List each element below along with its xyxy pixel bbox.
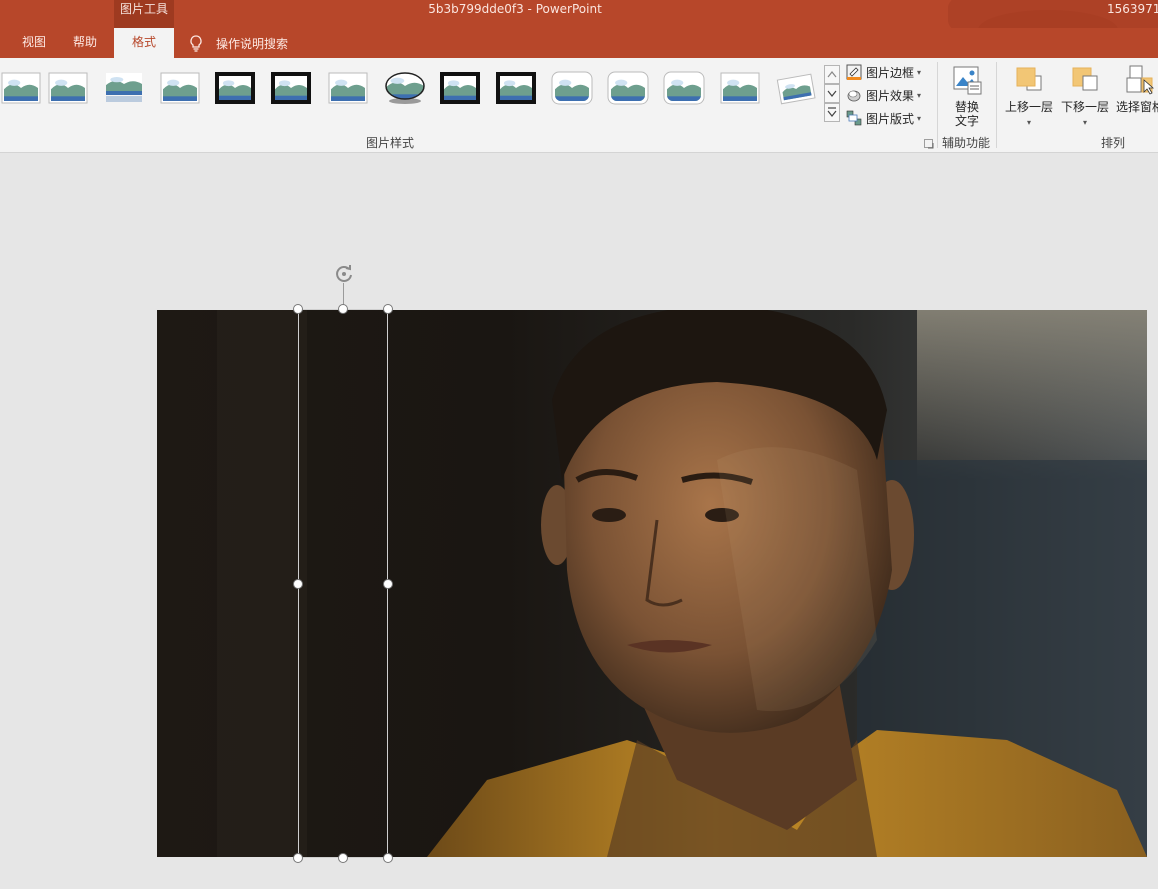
tell-me-label: 操作说明搜索 — [216, 36, 289, 51]
picture-style-thumbnail-icon — [328, 72, 368, 104]
accessibility-group-label: 辅助功能 — [941, 136, 990, 150]
gallery-more-icon — [827, 107, 837, 117]
dialog-launcher-icon[interactable] — [924, 139, 934, 149]
selection-pane-label: 选择窗格 — [1115, 100, 1158, 114]
send-backward-icon — [1072, 67, 1098, 91]
picture-style-thumbnail-icon — [551, 71, 593, 105]
bring-forward-button[interactable]: 上移一层 ▾ — [1002, 64, 1056, 130]
picture-border-label: 图片边框 — [866, 65, 915, 80]
picture-style-reflected[interactable] — [103, 71, 145, 105]
picture-style-oval[interactable] — [384, 71, 426, 105]
account-id[interactable]: 15639716 — [1107, 1, 1158, 17]
ribbon: 图片边框 ▾ 图片效果 ▾ 图片版式 ▾ 图片样式 替换 文字 辅助功能 上移一… — [0, 58, 1158, 153]
selected-rectangle[interactable] — [298, 309, 388, 858]
picture-style-soft-rounded[interactable] — [663, 71, 705, 105]
powerpoint-window: 图片工具 5b3b799dde0f3 - PowerPoint 15639716… — [0, 0, 1158, 889]
picture-style-thumbnail-icon — [496, 72, 536, 104]
gallery-up-button[interactable] — [824, 65, 840, 84]
picture-style-thin-black[interactable] — [439, 71, 481, 105]
document-title: 5b3b799dde0f3 - PowerPoint — [428, 2, 602, 16]
picture-style-thumbnail-icon — [720, 72, 760, 104]
dropdown-caret-icon: ▾ — [1082, 118, 1087, 127]
send-backward-button[interactable]: 下移一层 ▾ — [1058, 64, 1112, 130]
tell-me-search[interactable]: 操作说明搜索 — [186, 28, 288, 58]
picture-style-rounded-top[interactable] — [551, 71, 593, 105]
alt-text-label-1: 替换 — [954, 100, 979, 114]
picture-style-thumbnail-icon — [663, 71, 705, 105]
picture-style-thumbnail-icon — [385, 72, 425, 104]
bring-forward-label: 上移一层 — [1004, 100, 1053, 114]
arrange-group-label: 排列 — [1100, 136, 1125, 150]
selection-pane-icon — [1126, 65, 1155, 95]
gallery-scroll-controls — [824, 65, 840, 123]
picture-style-thumbnail-icon — [48, 72, 88, 104]
resize-handle-bottom[interactable] — [338, 853, 348, 863]
title-bar: 图片工具 5b3b799dde0f3 - PowerPoint 15639716 — [0, 0, 1158, 28]
picture-effects-button[interactable]: 图片效果 ▾ — [846, 85, 921, 105]
alt-text-label-2: 文字 — [954, 114, 979, 128]
send-backward-label: 下移一层 — [1060, 100, 1109, 114]
picture-border-button[interactable]: 图片边框 ▾ — [846, 62, 921, 82]
resize-handle-top-right[interactable] — [383, 304, 393, 314]
resize-handle-bottom-left[interactable] — [293, 853, 303, 863]
chevron-up-icon — [827, 71, 837, 78]
picture-style-dark-shadow[interactable] — [327, 71, 369, 105]
picture-style-tilted[interactable] — [775, 71, 817, 105]
picture-style-thumbnail-icon — [1, 72, 41, 104]
picture-style-thumbnail-icon — [776, 73, 816, 105]
tab-format[interactable]: 格式 — [114, 28, 174, 58]
ribbon-tab-row: 视图 帮助 格式 操作说明搜索 — [0, 28, 1158, 58]
picture-style-thumbnail-icon — [440, 72, 480, 104]
pencil-border-icon — [846, 64, 862, 80]
rotate-icon[interactable] — [333, 263, 355, 285]
layout-icon — [846, 110, 862, 126]
picture-style-rounded[interactable] — [607, 71, 649, 105]
picture-style-thumbnail-icon — [160, 72, 200, 104]
resize-handle-top[interactable] — [338, 304, 348, 314]
picture-styles-gallery — [0, 65, 822, 113]
picture-style-thumbnail-icon — [106, 73, 142, 102]
resize-handle-left[interactable] — [293, 579, 303, 589]
picture-style-simple[interactable] — [719, 71, 761, 105]
picture-style-thumbnail-icon — [271, 72, 311, 104]
picture-effects-label: 图片效果 — [866, 88, 915, 103]
dropdown-caret-icon: ▾ — [917, 90, 922, 100]
resize-handle-bottom-right[interactable] — [383, 853, 393, 863]
lightbulb-icon — [190, 35, 202, 52]
gallery-down-button[interactable] — [824, 84, 840, 103]
picture-style-plain[interactable] — [159, 71, 201, 105]
dropdown-caret-icon: ▾ — [1026, 118, 1031, 127]
dropdown-caret-icon: ▾ — [917, 113, 922, 123]
alt-text-button[interactable]: 替换 文字 — [946, 64, 988, 128]
bring-forward-icon — [1016, 67, 1042, 91]
picture-style-black-matte[interactable] — [495, 71, 537, 105]
effects-icon — [847, 90, 861, 102]
resize-handle-right[interactable] — [383, 579, 393, 589]
tab-view[interactable]: 视图 — [18, 28, 50, 58]
gallery-more-button[interactable] — [824, 103, 840, 122]
resize-handle-top-left[interactable] — [293, 304, 303, 314]
picture-layout-label: 图片版式 — [866, 111, 915, 126]
picture-style-thumbnail-icon — [215, 72, 255, 104]
slide-canvas — [0, 153, 1158, 889]
tab-help[interactable]: 帮助 — [68, 28, 102, 58]
dropdown-caret-icon: ▾ — [917, 67, 922, 77]
picture-style-soft[interactable] — [47, 71, 89, 105]
alt-text-icon — [953, 66, 982, 95]
selection-pane-button[interactable]: 选择窗格 — [1110, 64, 1158, 114]
picture-style-thick-black[interactable] — [214, 71, 256, 105]
picture-layout-button[interactable]: 图片版式 ▾ — [846, 108, 921, 128]
chevron-down-icon — [827, 90, 837, 97]
picture-style-thumbnail-icon — [607, 71, 649, 105]
picture-style-black-frame[interactable] — [270, 71, 312, 105]
picture-styles-group-label: 图片样式 — [365, 136, 414, 150]
picture-style-plain-shadow[interactable] — [0, 71, 42, 105]
group-separator — [996, 62, 997, 148]
